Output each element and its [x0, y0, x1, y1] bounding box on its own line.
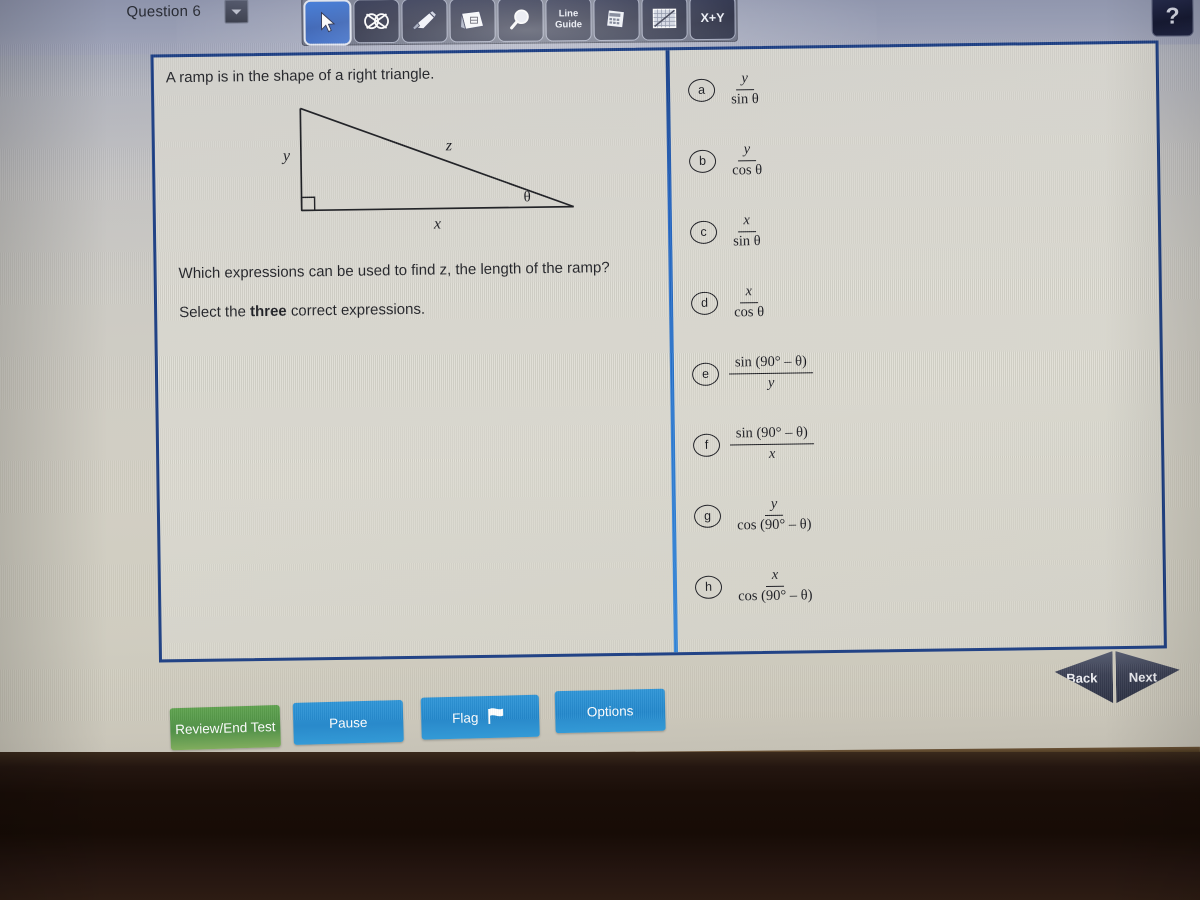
calculator-icon	[602, 7, 630, 31]
option-denominator-b: cos θ	[732, 161, 763, 178]
review-end-test-button[interactable]: Review/End Test	[169, 704, 281, 751]
question-content-panel: A ramp is in the shape of a right triang…	[150, 40, 1167, 663]
option-expression-c: x sin θ	[727, 211, 767, 251]
option-expression-d: x cos θ	[728, 282, 770, 322]
option-numerator-h: x	[765, 566, 785, 587]
option-expression-h: x cos (90° – θ)	[732, 566, 819, 606]
answer-option-g[interactable]: g y cos (90° – θ)	[688, 481, 1163, 544]
flag-button-label: Flag	[451, 709, 479, 726]
magnifier-icon	[507, 8, 533, 32]
answer-options-list: a y sin θ b y cos θ c x sin θ d x cos θ …	[670, 43, 1164, 652]
pointer-tool-button[interactable]	[303, 0, 352, 46]
option-letter-c: c	[689, 220, 718, 244]
option-numerator-c: x	[737, 211, 757, 232]
option-numerator-a: y	[735, 69, 755, 90]
notepad-tool-button[interactable]	[449, 0, 496, 43]
tool-palette: Line Guide X+Y	[301, 0, 738, 46]
option-denominator-e: y	[767, 374, 775, 391]
question-area: A ramp is in the shape of a right triang…	[154, 50, 674, 659]
notepad-icon	[457, 8, 487, 32]
option-letter-e: e	[691, 362, 720, 386]
calculator-tool-button[interactable]	[593, 0, 640, 42]
answer-option-h[interactable]: h x cos (90° – θ)	[689, 552, 1164, 615]
triangle-label-x: x	[433, 215, 441, 232]
question-stem: A ramp is in the shape of a right triang…	[165, 65, 435, 87]
select-emphasis: three	[249, 302, 287, 321]
option-denominator-d: cos θ	[734, 303, 765, 320]
option-letter-g: g	[693, 504, 722, 528]
option-letter-h: h	[694, 575, 723, 599]
option-expression-e: sin (90° – θ) y	[728, 353, 813, 393]
photo-of-laptop-screen: Question 6 Line Guide X+Y ? A ramp is in…	[0, 0, 1200, 900]
help-button[interactable]: ?	[1151, 0, 1194, 37]
chevron-down-icon	[231, 8, 242, 15]
option-denominator-h: cos (90° – θ)	[738, 586, 813, 604]
answer-option-e[interactable]: e sin (90° – θ) y	[686, 339, 1161, 402]
formula-sheet-tool-button[interactable]: X+Y	[689, 0, 736, 41]
test-application-screen: Question 6 Line Guide X+Y ? A ramp is in…	[0, 0, 1200, 772]
laptop-body: hp 41116000262701	[0, 752, 1200, 900]
graph-tool-button[interactable]	[641, 0, 688, 41]
highlighter-pen-icon	[409, 9, 439, 33]
line-guide-label: Line Guide	[555, 8, 583, 31]
question-number-label: Question 6	[126, 2, 202, 21]
answer-option-f[interactable]: f sin (90° – θ) x	[687, 410, 1162, 473]
option-letter-b: b	[688, 149, 717, 173]
graph-grid-icon	[650, 6, 678, 30]
highlighter-tool-button[interactable]	[401, 0, 448, 43]
eliminate-tool-button[interactable]	[353, 0, 400, 44]
option-denominator-c: sin θ	[733, 232, 761, 249]
option-letter-f: f	[692, 433, 721, 457]
cursor-arrow-icon	[317, 11, 337, 35]
option-letter-d: d	[690, 291, 719, 315]
question-dropdown-button[interactable]	[224, 0, 249, 24]
triangle-label-theta: θ	[523, 189, 530, 205]
triangle-label-z: z	[445, 137, 453, 154]
answer-option-d[interactable]: d x cos θ	[685, 268, 1160, 331]
flag-button[interactable]: Flag	[420, 694, 540, 740]
option-expression-g: y cos (90° – θ)	[731, 495, 818, 535]
flag-icon	[486, 706, 509, 728]
right-triangle-figure: y x z θ	[260, 90, 654, 240]
answer-option-c[interactable]: c x sin θ	[684, 197, 1159, 260]
pause-button[interactable]: Pause	[292, 699, 404, 745]
select-suffix: correct expressions.	[286, 300, 426, 320]
line-guide-tool-button[interactable]: Line Guide	[545, 0, 592, 42]
option-denominator-a: sin θ	[731, 90, 759, 107]
option-expression-b: y cos θ	[726, 140, 768, 180]
option-expression-f: sin (90° – θ) x	[729, 424, 814, 464]
answer-option-b[interactable]: b y cos θ	[683, 126, 1158, 189]
option-numerator-g: y	[764, 495, 784, 516]
option-numerator-b: y	[737, 140, 757, 161]
option-denominator-g: cos (90° – θ)	[737, 515, 812, 533]
select-prefix: Select the	[179, 303, 251, 322]
options-button[interactable]: Options	[554, 688, 666, 734]
cross-out-icon	[362, 9, 390, 33]
select-instruction: Select the three correct expressions.	[179, 298, 655, 322]
magnifier-tool-button[interactable]	[497, 0, 544, 42]
xy-reference-label: X+Y	[700, 10, 725, 26]
question-prompt: Which expressions can be used to find z,…	[178, 259, 610, 283]
triangle-label-y: y	[281, 148, 291, 165]
option-numerator-d: x	[739, 282, 759, 303]
option-denominator-f: x	[768, 445, 776, 462]
option-numerator-f: sin (90° – θ)	[729, 424, 814, 445]
option-numerator-e: sin (90° – θ)	[728, 353, 813, 374]
answer-option-a[interactable]: a y sin θ	[682, 55, 1157, 118]
option-expression-a: y sin θ	[725, 69, 765, 109]
option-letter-a: a	[687, 78, 716, 102]
